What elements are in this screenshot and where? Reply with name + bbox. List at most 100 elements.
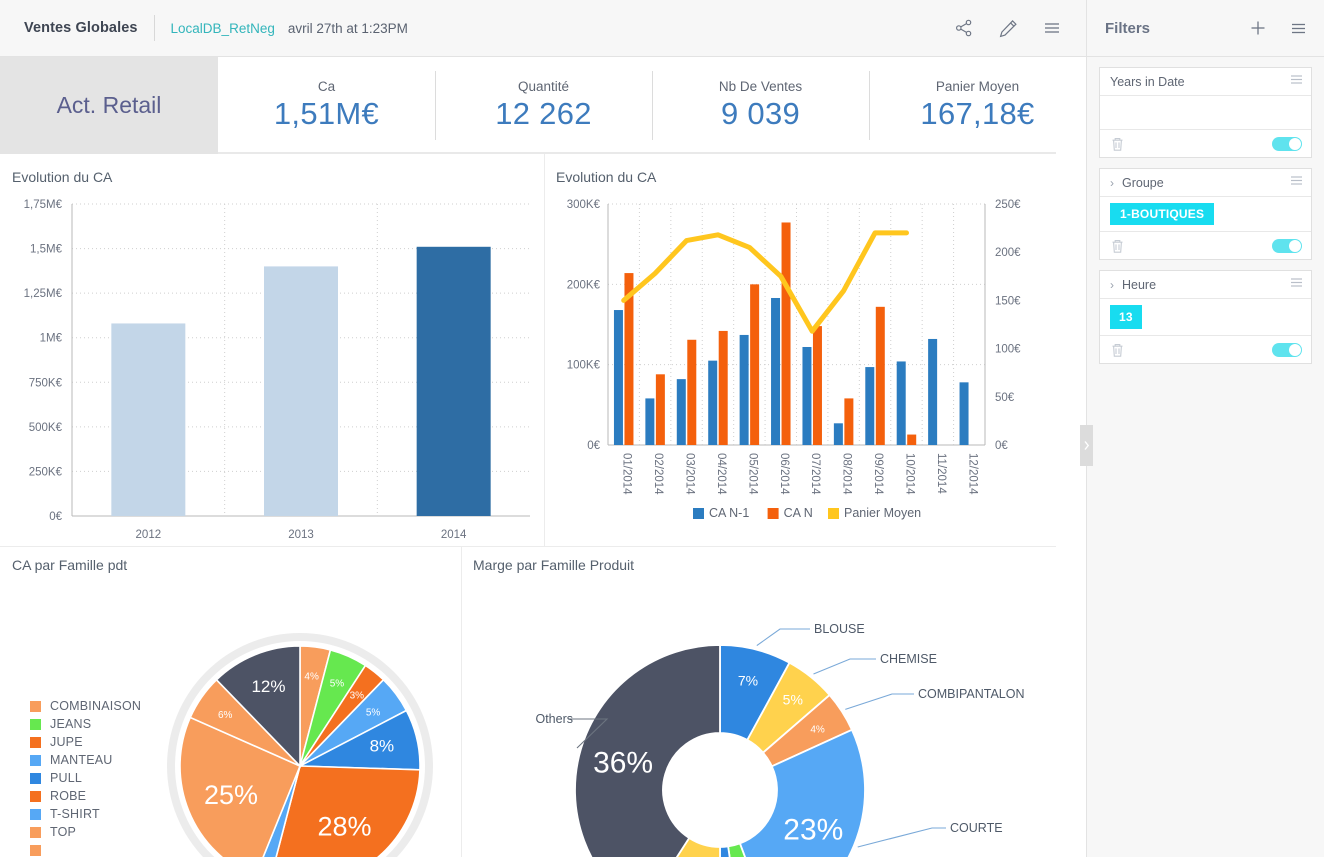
chart-evolution-ca-mensuel[interactable]: Evolution du CA 0€ 100K€ 200K€ 300K€ 0€ 50€ 10… <box>545 154 1056 546</box>
legend-label: COMBINAISON <box>50 699 142 713</box>
filter-chip[interactable]: 13 <box>1110 305 1142 329</box>
filter-card-years-in-date[interactable]: Years in Date <box>1099 67 1312 158</box>
kpi-nb-de-ventes-value: 9 039 <box>720 96 801 131</box>
trash-icon[interactable] <box>1110 238 1125 254</box>
svg-text:100K€: 100K€ <box>567 360 601 372</box>
filter-card-groupe[interactable]: › Groupe 1-BOUTIQUES <box>1099 168 1312 260</box>
kpi-panier-moyen[interactable]: Panier Moyen 167,18€ <box>869 57 1086 154</box>
filters-menu-icon[interactable] <box>1286 16 1310 40</box>
svg-text:04/2014: 04/2014 <box>715 453 727 495</box>
filter-values[interactable] <box>1100 96 1311 129</box>
filter-toggle[interactable] <box>1272 136 1302 151</box>
filter-chip[interactable]: 1-BOUTIQUES <box>1110 203 1215 225</box>
chart-ca-par-famille-pdt[interactable]: CA par Famille pdt 4% 5% 3% 5% 8% 28% 25% 6% 12%… <box>0 547 462 857</box>
legend-swatch <box>30 826 41 838</box>
pie-legend-item[interactable] <box>30 841 141 857</box>
legend-swatch <box>30 736 41 748</box>
svg-text:CA N-1: CA N-1 <box>709 506 749 520</box>
pie-legend-item[interactable]: JEANS <box>30 715 141 733</box>
svg-text:07/2014: 07/2014 <box>809 453 821 495</box>
pie-legend-item[interactable]: T-SHIRT <box>30 805 141 823</box>
svg-text:4%: 4% <box>810 724 825 735</box>
filter-values[interactable]: 1-BOUTIQUES <box>1100 197 1311 231</box>
filter-card-heure[interactable]: › Heure 13 <box>1099 270 1312 364</box>
chart-marge-par-famille-produit-svg: 7% 5% 4% 23% 36% BLOUSE CHEMISE COMBIPANTALON CO… <box>535 622 1025 857</box>
filter-card-header[interactable]: › Groupe <box>1100 169 1311 197</box>
svg-text:Others: Others <box>535 712 573 726</box>
kpi-quantite[interactable]: Quantité 12 262 <box>435 57 652 154</box>
chart-marge-par-famille-produit[interactable]: Marge par Famille Produit 7% 5% 4% 23% 36% BL… <box>462 547 1056 857</box>
legend-swatch <box>30 844 41 856</box>
dashboard-title: Ventes Globales <box>24 20 138 36</box>
svg-text:750K€: 750K€ <box>29 377 63 389</box>
svg-text:1,25M€: 1,25M€ <box>24 288 63 300</box>
filter-footer <box>1100 335 1311 363</box>
kpi-nb-de-ventes[interactable]: Nb De Ventes 9 039 <box>652 57 869 154</box>
svg-text:100€: 100€ <box>995 344 1021 356</box>
top-bar: Ventes Globales LocalDB_RetNeg avril 27t… <box>0 0 1086 57</box>
filters-panel: Filters Years in Date › Groupe 1-BOUTIQU… <box>1086 0 1324 857</box>
svg-text:150€: 150€ <box>995 295 1021 307</box>
filter-toggle[interactable] <box>1272 238 1302 253</box>
kpi-ca-value: 1,51M€ <box>273 96 380 131</box>
svg-text:03/2014: 03/2014 <box>684 453 696 495</box>
panel-collapse-handle[interactable] <box>1080 425 1093 466</box>
dashboard-date: avril 27th at 1:23PM <box>287 20 408 36</box>
share-icon[interactable] <box>952 16 976 40</box>
legend-label: ROBE <box>50 789 87 803</box>
chevron-right-icon[interactable]: › <box>1110 279 1114 291</box>
chevron-right-icon[interactable]: › <box>1110 177 1114 189</box>
svg-text:6%: 6% <box>218 710 233 721</box>
kpi-quantite-label: Quantité <box>517 79 570 94</box>
database-link[interactable]: LocalDB_RetNeg <box>171 21 275 36</box>
filter-menu-icon[interactable] <box>1289 72 1304 92</box>
pie-legend-item[interactable]: COMBINAISON <box>30 697 141 715</box>
legend-swatch <box>30 808 41 820</box>
pie-legend-item[interactable]: ROBE <box>30 787 141 805</box>
svg-text:CA N: CA N <box>784 506 813 520</box>
svg-text:12%: 12% <box>251 677 285 696</box>
filter-menu-icon[interactable] <box>1289 275 1304 295</box>
hamburger-menu-icon[interactable] <box>1040 16 1064 40</box>
filters-title: Filters <box>1105 19 1151 37</box>
svg-text:06/2014: 06/2014 <box>778 453 790 495</box>
pie-legend-item[interactable]: MANTEAU <box>30 751 141 769</box>
filter-card-header[interactable]: Years in Date <box>1100 68 1311 96</box>
filter-toggle[interactable] <box>1272 342 1302 357</box>
kpi-ca[interactable]: Ca 1,51M€ <box>218 57 435 154</box>
svg-text:11/2014: 11/2014 <box>935 453 947 494</box>
add-filter-icon[interactable] <box>1246 16 1270 40</box>
filter-values[interactable]: 13 <box>1100 299 1311 335</box>
filter-name: Groupe <box>1122 175 1164 190</box>
chart-evolution-ca-mensuel-title: Evolution du CA <box>556 169 657 185</box>
svg-text:12/2014: 12/2014 <box>966 453 978 495</box>
pie-legend-item[interactable]: PULL <box>30 769 141 787</box>
svg-text:1M€: 1M€ <box>40 333 63 345</box>
legend-swatch <box>30 790 41 802</box>
trash-icon[interactable] <box>1110 136 1125 152</box>
svg-text:4%: 4% <box>304 672 319 683</box>
svg-text:250€: 250€ <box>995 199 1021 211</box>
legend-swatch <box>30 718 41 730</box>
svg-text:09/2014: 09/2014 <box>872 453 884 495</box>
title-divider <box>153 15 155 41</box>
chart-marge-par-famille-produit-title: Marge par Famille Produit <box>473 557 635 573</box>
filter-menu-icon[interactable] <box>1289 173 1304 193</box>
svg-text:1,75M€: 1,75M€ <box>24 199 63 211</box>
svg-text:5%: 5% <box>783 692 803 708</box>
pencil-icon[interactable] <box>996 16 1020 40</box>
kpi-panier-moyen-value: 167,18€ <box>920 96 1035 131</box>
kpi-bar: Act. Retail Ca 1,51M€ Quantité 12 262 Nb… <box>0 57 1086 154</box>
legend-label: JEANS <box>50 717 92 731</box>
trash-icon[interactable] <box>1110 342 1125 358</box>
filter-card-header[interactable]: › Heure <box>1100 271 1311 299</box>
chart-evolution-ca-annuel[interactable]: Evolution du CA 0€ 250K€ 500K€ 750K€ 1M€ 1,25… <box>0 154 545 546</box>
svg-text:2013: 2013 <box>288 529 314 541</box>
kpi-panier-moyen-label: Panier Moyen <box>935 79 1020 94</box>
pie-legend-item[interactable]: JUPE <box>30 733 141 751</box>
kpi-quantite-value: 12 262 <box>495 96 592 131</box>
tab-act-retail[interactable]: Act. Retail <box>0 57 218 154</box>
svg-text:25%: 25% <box>204 780 258 810</box>
legend-swatch <box>30 700 41 712</box>
pie-legend-item[interactable]: TOP <box>30 823 141 841</box>
